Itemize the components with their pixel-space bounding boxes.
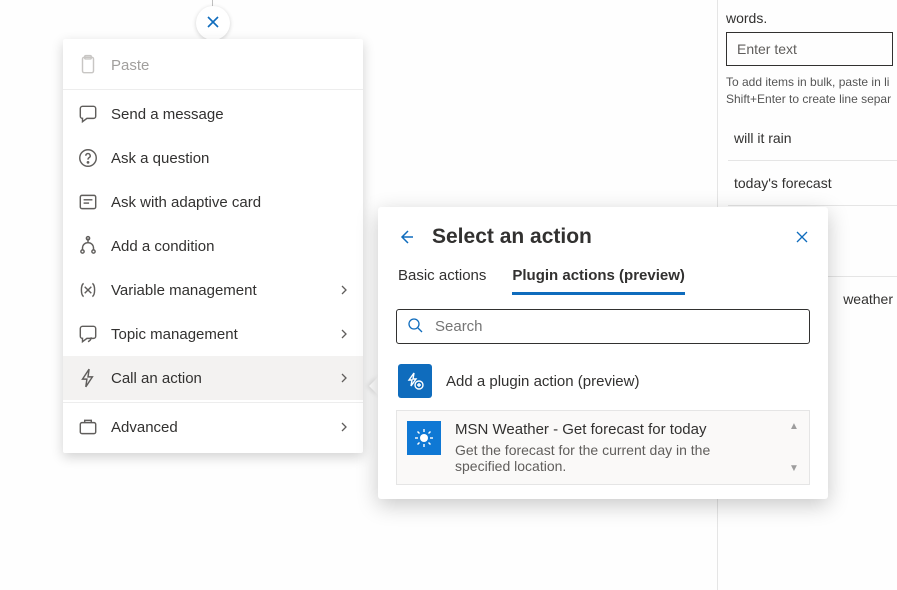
phrase-input[interactable]: Enter text [726,32,893,66]
add-plugin-action[interactable]: Add a plugin action (preview) [396,358,810,410]
menu-item-paste: Paste [63,43,363,87]
menu-item-adaptive-card[interactable]: Ask with adaptive card [63,180,363,224]
chevron-right-icon [339,282,349,299]
select-action-panel: Select an action Basic actions Plugin ac… [378,207,828,499]
flyout-pointer [369,377,378,395]
menu-label: Advanced [111,419,339,436]
menu-label: Call an action [111,370,339,387]
card-icon [77,191,99,213]
condition-icon [77,235,99,257]
menu-label: Variable management [111,282,339,299]
scroll-down-icon[interactable]: ▼ [789,463,803,474]
close-icon [205,14,221,33]
chevron-right-icon [339,326,349,343]
chevron-right-icon [339,370,349,387]
panel-close-button[interactable] [794,229,810,245]
add-node-menu: Paste Send a message Ask a question Ask … [63,39,363,453]
phrase-item[interactable]: will it rain [728,116,897,161]
back-button[interactable] [396,227,416,247]
menu-label: Topic management [111,326,339,343]
truncated-label: words. [722,10,897,26]
menu-label: Ask a question [111,150,349,167]
search-icon [407,317,423,336]
action-result-item[interactable]: MSN Weather - Get forecast for today Get… [396,410,810,485]
menu-label: Paste [111,57,349,74]
panel-title: Select an action [432,225,794,249]
phrase-hint: To add items in bulk, paste in li Shift+… [722,72,897,116]
topic-icon [77,323,99,345]
menu-item-call-action[interactable]: Call an action [63,356,363,400]
result-title: MSN Weather - Get forecast for today [455,421,765,438]
menu-label: Send a message [111,106,349,123]
scroll-up-icon[interactable]: ▲ [789,421,803,432]
menu-item-advanced[interactable]: Advanced [63,405,363,449]
tab-plugin-actions[interactable]: Plugin actions (preview) [512,267,685,295]
weather-icon [407,421,441,455]
result-subtitle: Get the forecast for the current day in … [455,442,765,474]
scrollbar[interactable]: ▲ ▼ [789,421,803,474]
advanced-icon [77,416,99,438]
phrase-item[interactable]: today's forecast [728,161,897,206]
chevron-right-icon [339,419,349,436]
menu-item-topic-mgmt[interactable]: Topic management [63,312,363,356]
plugin-add-icon [398,364,432,398]
message-icon [77,103,99,125]
question-icon [77,147,99,169]
variable-icon [77,279,99,301]
menu-item-variable-mgmt[interactable]: Variable management [63,268,363,312]
action-icon [77,367,99,389]
tab-basic-actions[interactable]: Basic actions [398,267,486,295]
search-field[interactable] [433,317,799,336]
search-input[interactable] [396,309,810,344]
menu-item-condition[interactable]: Add a condition [63,224,363,268]
add-plugin-label: Add a plugin action (preview) [446,373,639,390]
panel-tabs: Basic actions Plugin actions (preview) [398,267,810,295]
menu-item-ask-question[interactable]: Ask a question [63,136,363,180]
menu-label: Add a condition [111,238,349,255]
close-node-button[interactable] [196,6,230,40]
menu-label: Ask with adaptive card [111,194,349,211]
paste-icon [77,54,99,76]
menu-item-send-message[interactable]: Send a message [63,92,363,136]
